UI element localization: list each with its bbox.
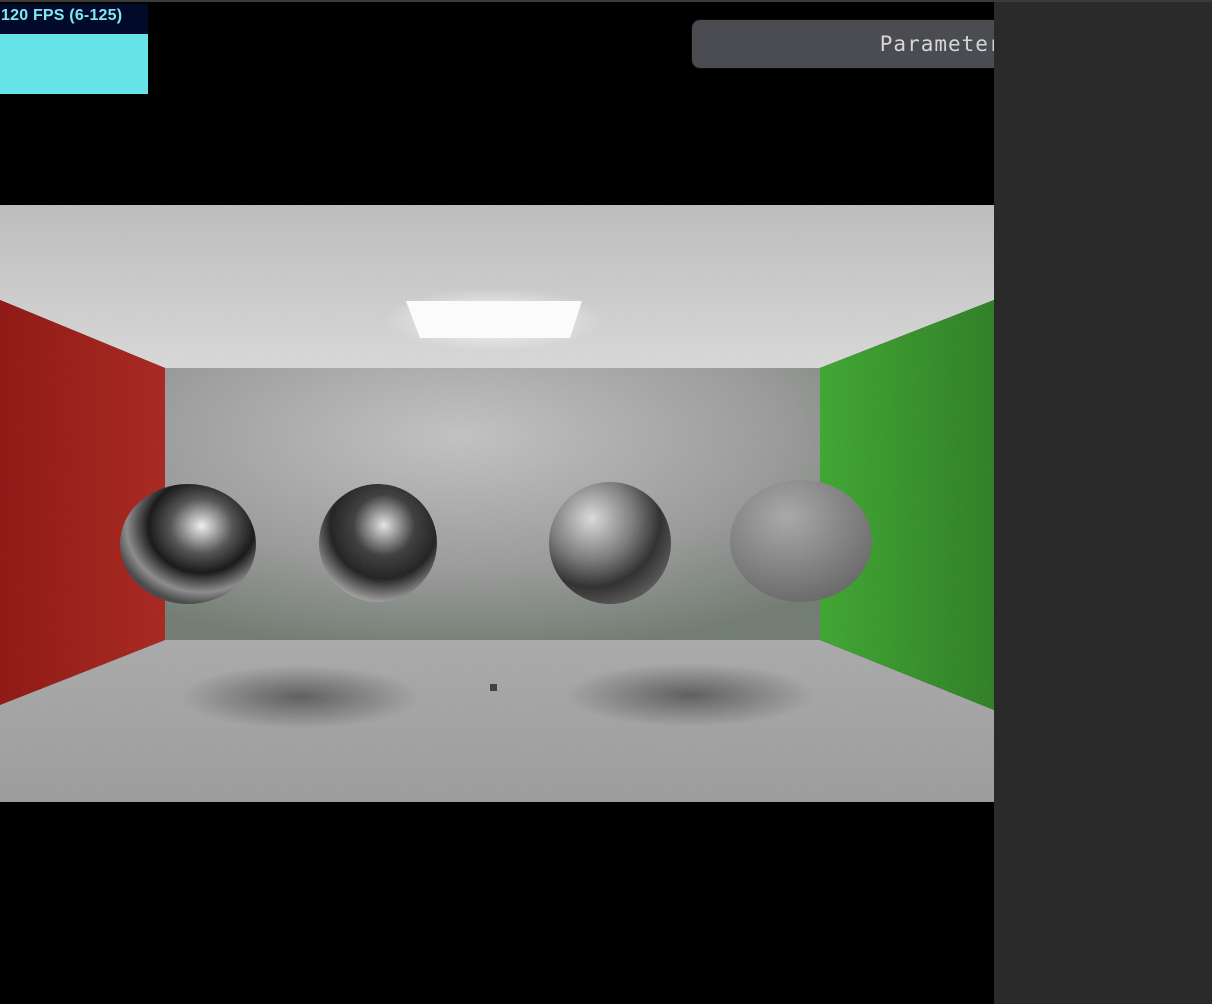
side-panel	[994, 0, 1212, 1004]
render-viewport[interactable]: 120 FPS (6-125) Paramete	[0, 0, 994, 1004]
parameters-panel[interactable]: Parameters	[692, 20, 994, 68]
fps-counter: 120 FPS (6-125)	[1, 7, 123, 24]
scene-canvas	[0, 205, 994, 802]
fps-graph	[0, 34, 148, 94]
render-noise	[0, 205, 994, 802]
cornell-box-render[interactable]	[0, 205, 994, 802]
fps-stats-widget[interactable]: 120 FPS (6-125)	[0, 4, 148, 94]
parameters-title: Parameters	[879, 32, 994, 56]
